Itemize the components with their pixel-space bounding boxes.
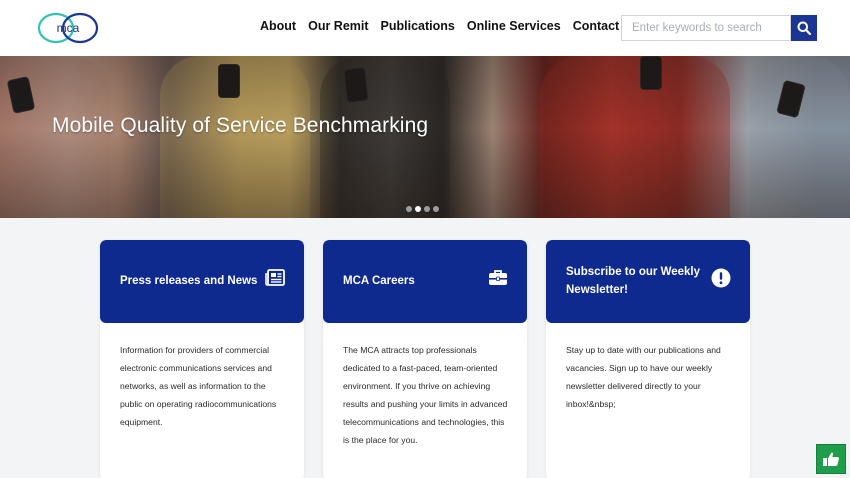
card-header[interactable]: Subscribe to our Weekly Newsletter! <box>546 240 750 323</box>
hero-title: Mobile Quality of Service Benchmarking <box>52 114 429 137</box>
logo-text: mca <box>57 21 80 35</box>
mca-logo[interactable]: mca <box>36 10 100 46</box>
exclamation-icon <box>710 267 732 289</box>
briefcase-icon <box>487 267 509 289</box>
hero-banner: Mobile Quality of Service Benchmarking <box>0 56 850 218</box>
nav-online-services[interactable]: Online Services <box>467 19 561 33</box>
carousel-dot-active[interactable] <box>415 206 421 212</box>
mca-logo-mark: mca <box>37 12 99 44</box>
nav-our-remit[interactable]: Our Remit <box>308 19 368 33</box>
card-header[interactable]: Press releases and News <box>100 240 304 323</box>
nav-about[interactable]: About <box>260 19 296 33</box>
search-input[interactable] <box>621 15 791 41</box>
search-icon <box>797 21 811 35</box>
card-title[interactable]: Subscribe to our Weekly Newsletter! <box>566 263 706 299</box>
thumbs-up-icon <box>823 452 839 466</box>
nav-publications[interactable]: Publications <box>381 19 455 33</box>
card-description: Information for providers of commercial … <box>120 345 277 427</box>
feedback-like-button[interactable] <box>816 444 846 474</box>
carousel-dots <box>406 206 439 212</box>
carousel-dot[interactable] <box>406 206 412 212</box>
site-header: mca About Our Remit Publications Online … <box>0 0 850 56</box>
main-nav: About Our Remit Publications Online Serv… <box>260 19 651 33</box>
card-description: Stay up to date with our publications an… <box>566 345 721 409</box>
search-button[interactable] <box>791 15 817 41</box>
card-press-releases[interactable]: Press releases and News Information for … <box>100 240 304 478</box>
card-title[interactable]: Press releases and News <box>120 272 257 290</box>
card-header[interactable]: MCA Careers <box>323 240 527 323</box>
carousel-dot[interactable] <box>433 206 439 212</box>
card-careers[interactable]: MCA Careers The MCA attracts top profess… <box>323 240 527 478</box>
carousel-dot[interactable] <box>424 206 430 212</box>
card-title[interactable]: MCA Careers <box>343 272 415 290</box>
card-description: The MCA attracts top professionals dedic… <box>343 345 508 445</box>
newspaper-icon <box>264 267 286 289</box>
card-newsletter[interactable]: Subscribe to our Weekly Newsletter! Stay… <box>546 240 750 478</box>
